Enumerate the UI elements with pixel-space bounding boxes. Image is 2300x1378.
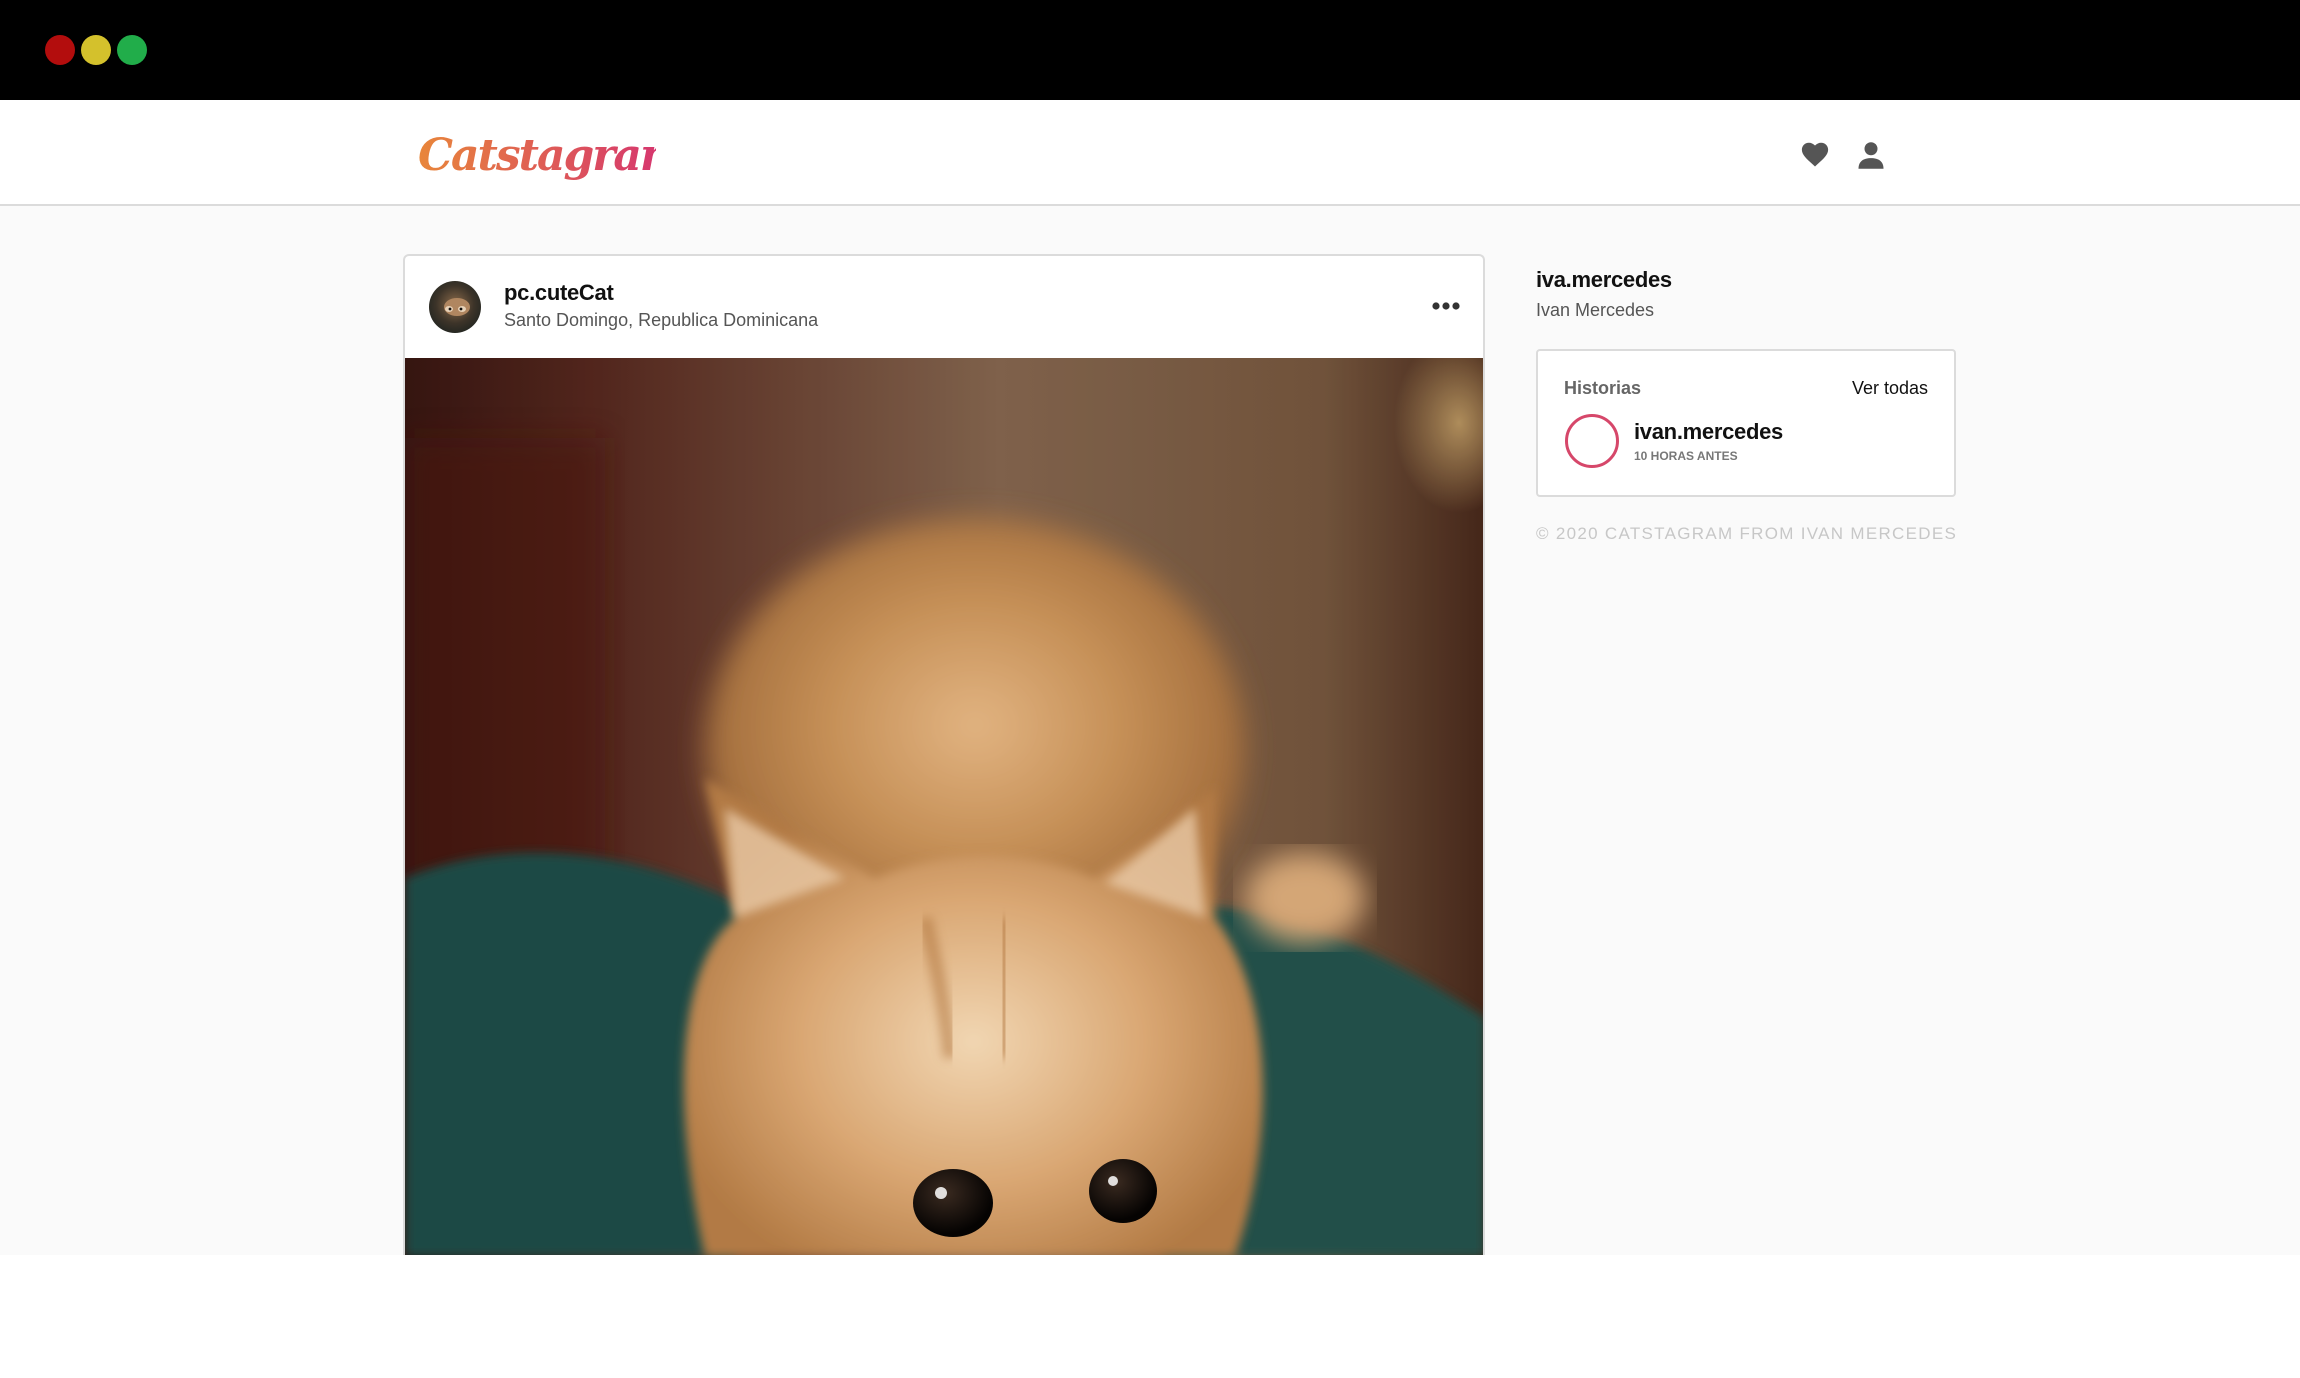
window-titlebar (0, 0, 2300, 100)
copyright-footer: © 2020 CATSTAGRAM FROM IVAN MERCEDES (1536, 524, 1958, 543)
more-options-icon[interactable] (1431, 298, 1461, 314)
story-username[interactable]: ivan.mercedes (1634, 419, 1783, 445)
minimize-window-button[interactable] (81, 35, 111, 65)
profile-full-name: Ivan Mercedes (1536, 300, 1655, 320)
post-location[interactable]: Santo Domingo, Republica Dominicana (504, 310, 818, 331)
close-window-button[interactable] (45, 35, 75, 65)
catstagram-logo[interactable]: Catstagram (416, 118, 656, 198)
stories-panel: Historias Ver todas ivan.mercedes 10 HOR… (1536, 349, 1956, 497)
story-avatar[interactable] (1565, 414, 1619, 468)
app-header (0, 100, 2300, 206)
post-username[interactable]: pc.cuteCat (504, 280, 614, 306)
post-photo[interactable] (405, 358, 1485, 1255)
view-all-stories-link[interactable]: Ver todas (1852, 378, 1928, 399)
post-card: pc.cuteCat Santo Domingo, Republica Domi… (403, 254, 1485, 1255)
post-avatar[interactable] (429, 281, 481, 333)
user-icon[interactable] (1856, 140, 1886, 170)
post-header: pc.cuteCat Santo Domingo, Republica Domi… (405, 256, 1483, 358)
heart-icon[interactable] (1800, 140, 1830, 168)
maximize-window-button[interactable] (117, 35, 147, 65)
stories-title: Historias (1564, 378, 1642, 398)
story-time: 10 HORAS ANTES (1634, 449, 1738, 463)
logo-text: Catstagram (418, 130, 656, 181)
profile-username[interactable]: iva.mercedes (1536, 267, 1672, 293)
